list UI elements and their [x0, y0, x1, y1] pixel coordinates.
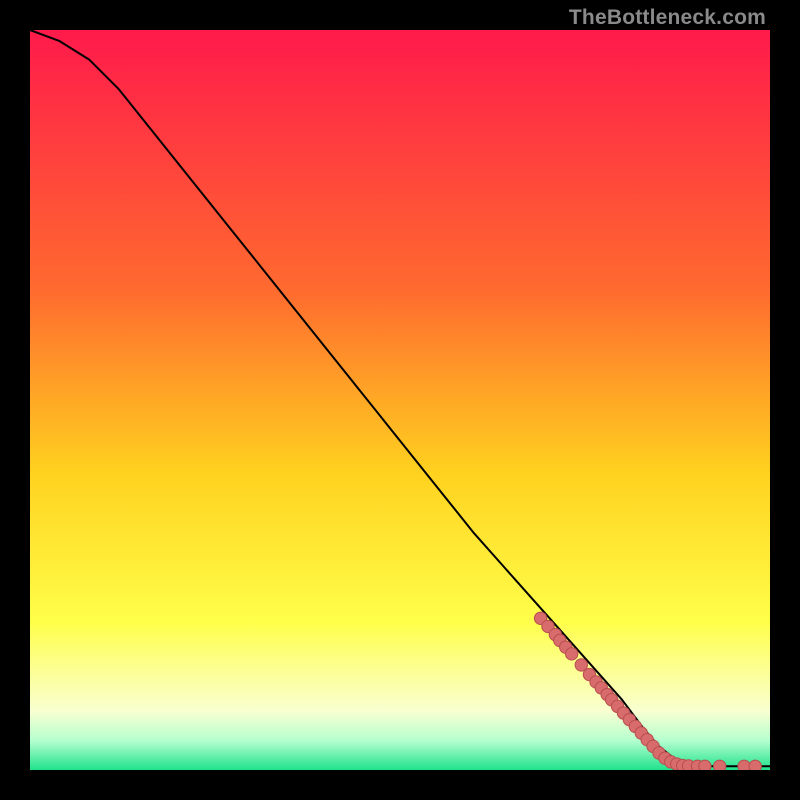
highlight-dot — [749, 760, 761, 770]
highlight-dot — [738, 760, 750, 770]
watermark-label: TheBottleneck.com — [569, 6, 766, 30]
highlight-dot — [565, 648, 577, 660]
highlight-dot — [699, 760, 711, 770]
gradient-background — [30, 30, 770, 770]
chart-plot — [30, 30, 770, 770]
highlight-dot — [713, 760, 725, 770]
chart-frame: TheBottleneck.com — [0, 0, 800, 800]
